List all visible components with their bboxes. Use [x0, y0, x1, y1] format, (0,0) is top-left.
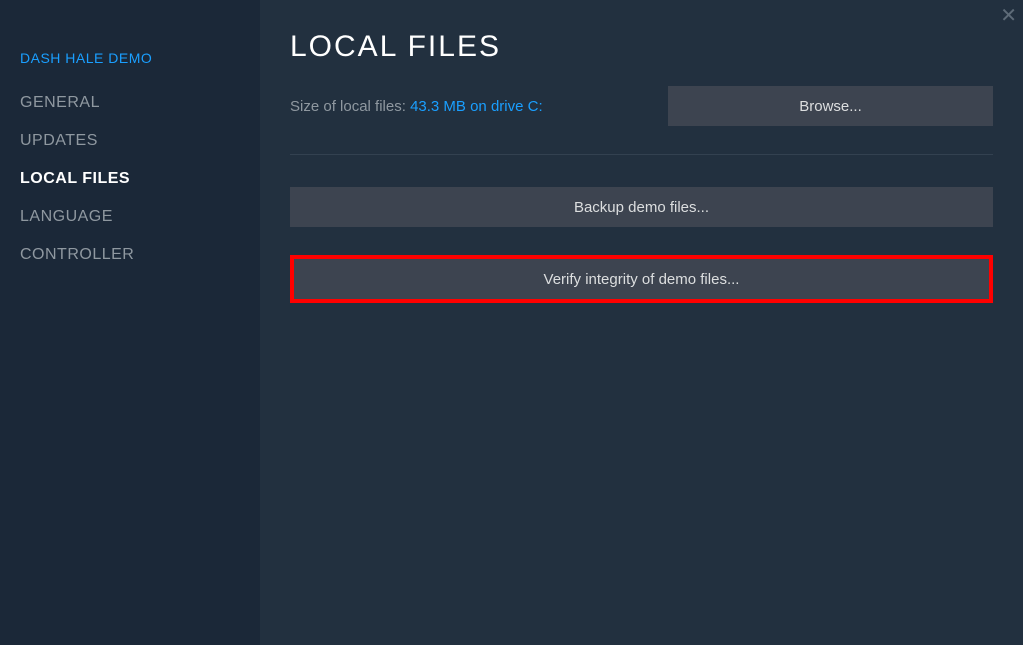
size-label: Size of local files: — [290, 98, 410, 115]
sidebar: DASH HALE DEMO GENERAL UPDATES LOCAL FIL… — [0, 0, 260, 645]
sidebar-item-updates[interactable]: UPDATES — [20, 132, 260, 150]
size-value: 43.3 MB on drive C: — [410, 98, 543, 115]
sidebar-item-general[interactable]: GENERAL — [20, 94, 260, 112]
sidebar-item-local-files[interactable]: LOCAL FILES — [20, 170, 260, 188]
size-text: Size of local files: 43.3 MB on drive C: — [290, 98, 543, 115]
backup-button[interactable]: Backup demo files... — [290, 187, 993, 227]
browse-button[interactable]: Browse... — [668, 86, 993, 126]
verify-highlight: Verify integrity of demo files... — [290, 255, 993, 303]
main-panel: ✕ LOCAL FILES Size of local files: 43.3 … — [260, 0, 1023, 645]
sidebar-app-title[interactable]: DASH HALE DEMO — [20, 50, 260, 66]
page-title: LOCAL FILES — [290, 30, 993, 64]
verify-button[interactable]: Verify integrity of demo files... — [294, 259, 989, 299]
close-icon[interactable]: ✕ — [1000, 6, 1017, 26]
size-row: Size of local files: 43.3 MB on drive C:… — [290, 86, 993, 155]
sidebar-item-language[interactable]: LANGUAGE — [20, 208, 260, 226]
sidebar-item-controller[interactable]: CONTROLLER — [20, 246, 260, 264]
